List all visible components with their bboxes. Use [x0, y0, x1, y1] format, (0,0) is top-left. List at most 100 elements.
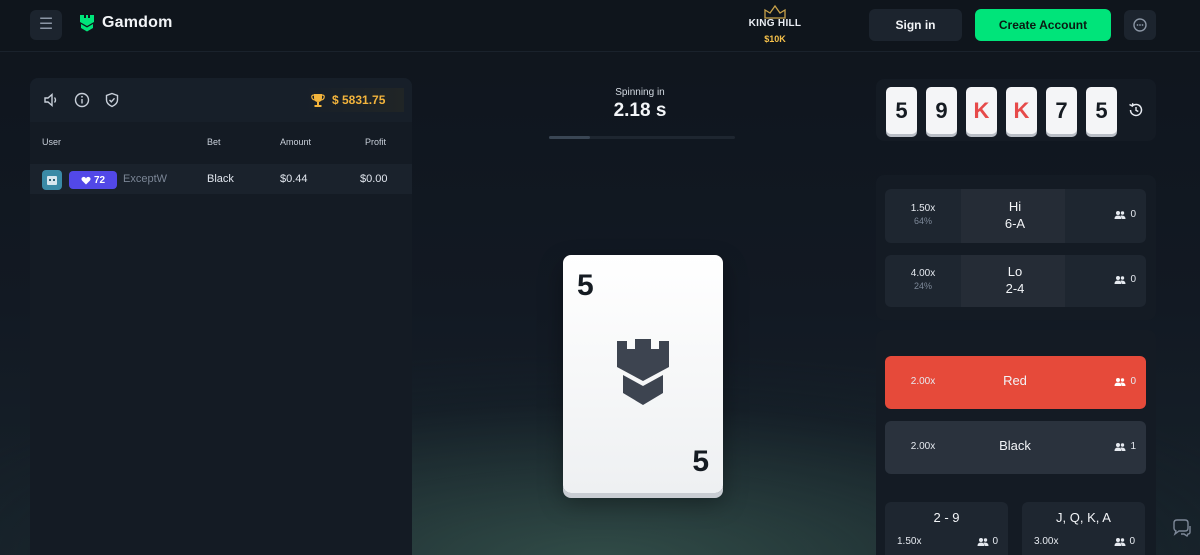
bet-red-button[interactable]: 2.00x Red 0: [885, 356, 1146, 409]
history-card: 9: [926, 87, 957, 134]
bet-count: 0: [977, 536, 998, 547]
bet-multiplier: 2.00x: [910, 376, 936, 387]
bet-count-value: 0: [992, 536, 998, 547]
avatar: [42, 170, 62, 190]
history-card-rank: 5: [895, 97, 908, 123]
column-profit: Profit: [365, 137, 387, 147]
history-clock-icon[interactable]: [1127, 101, 1145, 119]
jackpot-pot: $ 5831.75: [304, 88, 404, 112]
bet-probability: 64%: [913, 216, 932, 226]
table-header: User Bet Amount Profit: [30, 134, 412, 154]
bet-count-value: 0: [1130, 376, 1136, 387]
bet-range: 6-A: [1004, 216, 1026, 231]
panel-toolbar: $ 5831.75: [30, 78, 412, 122]
trophy-icon: [311, 94, 325, 107]
pot-value: $ 5831.75: [332, 93, 386, 107]
promo-amount: $10K: [764, 34, 786, 44]
bet-multiplier: 3.00x: [1034, 536, 1059, 547]
king-of-the-hill-promo[interactable]: KING HILL $10K: [736, 4, 814, 50]
bet-count: 0: [1114, 376, 1136, 387]
color-bets: 2.00x Red 0 2.00x Black 1 2 - 9 1.50x 0 …: [876, 330, 1156, 555]
users-icon: [977, 537, 989, 546]
bet-multiplier: 1.50x: [897, 536, 922, 547]
column-amount: Amount: [280, 137, 312, 147]
column-bet: Bet: [207, 137, 221, 147]
history-card: 5: [886, 87, 917, 134]
create-account-button[interactable]: Create Account: [975, 9, 1111, 41]
history-card: 5: [1086, 87, 1117, 134]
card-rank-bottom: 5: [692, 445, 709, 478]
hamburger-icon: ☰: [38, 16, 54, 33]
card-history: 5 9 K K 7 5: [876, 79, 1156, 141]
chat-button[interactable]: [1124, 10, 1156, 40]
bet-count: 0: [1114, 536, 1135, 547]
bets-list-panel: $ 5831.75 User Bet Amount Profit 72 Exce…: [30, 78, 412, 555]
bet-hi-button[interactable]: 1.50x 64% Hi 6-A 0: [885, 189, 1146, 243]
history-card-rank: K: [973, 97, 990, 123]
spin-progress-fill: [549, 136, 590, 139]
promo-title: KING HILL: [748, 18, 802, 29]
spin-progress-bar: [549, 136, 735, 139]
users-icon: [1114, 377, 1126, 386]
bet-label: 2 - 9: [933, 510, 960, 525]
card-rank-top: 5: [577, 269, 594, 302]
bet-count: 0: [1114, 274, 1136, 285]
table-row[interactable]: 72 ExceptW Black $0.44 $0.00: [30, 164, 412, 194]
shield-icon[interactable]: [103, 91, 121, 109]
users-icon: [1114, 442, 1126, 451]
row-amount: $0.44: [280, 173, 308, 185]
row-profit: $0.00: [360, 173, 388, 185]
history-card: K: [1006, 87, 1037, 134]
bet-face-cards-button[interactable]: J, Q, K, A 3.00x 0: [1022, 502, 1145, 555]
history-card-rank: 5: [1095, 97, 1108, 123]
logo[interactable]: Gamdom: [78, 13, 173, 33]
history-card-rank: 9: [935, 97, 948, 123]
spin-countdown: 2.18 s: [613, 100, 667, 121]
chat-bubble-icon: [1133, 18, 1147, 32]
castle-emblem-icon: [617, 339, 669, 405]
row-username: ExceptW: [123, 173, 168, 185]
hi-lo-bets: 1.50x 64% Hi 6-A 0 4.00x 24% Lo 2-4 0: [876, 175, 1156, 320]
current-card: 5 5: [563, 255, 723, 493]
top-bar: ☰ Gamdom KING HILL $10K Sign in Create A…: [0, 0, 1200, 52]
bet-lo-button[interactable]: 4.00x 24% Lo 2-4 0: [885, 255, 1146, 307]
history-card-rank: K: [1013, 97, 1030, 123]
floating-chat-icon[interactable]: [1170, 517, 1194, 541]
users-icon: [1114, 275, 1126, 284]
users-icon: [1114, 210, 1126, 219]
column-user: User: [42, 137, 62, 147]
row-bet: Black: [207, 173, 234, 185]
gamdom-logo-icon: [80, 15, 94, 32]
bet-label: Hi: [1008, 199, 1022, 214]
bet-count: 0: [1114, 209, 1136, 220]
bet-count-value: 0: [1130, 274, 1136, 285]
bet-multiplier: 2.00x: [910, 441, 936, 452]
heart-icon: [81, 176, 91, 184]
bet-multiplier: 1.50x: [910, 203, 936, 214]
bet-label: Lo: [1007, 264, 1023, 279]
history-card-rank: 7: [1055, 97, 1068, 123]
history-card: K: [966, 87, 997, 134]
logo-text: Gamdom: [102, 14, 173, 31]
bet-probability: 24%: [913, 281, 932, 291]
speaker-icon[interactable]: [42, 91, 60, 109]
menu-button[interactable]: ☰: [30, 10, 62, 40]
bet-label: J, Q, K, A: [1056, 510, 1111, 525]
info-icon[interactable]: [73, 91, 91, 109]
bet-count-value: 0: [1130, 209, 1136, 220]
users-icon: [1114, 537, 1126, 546]
bet-label: Red: [1003, 373, 1027, 388]
bet-count-value: 0: [1129, 536, 1135, 547]
level-badge: 72: [69, 171, 117, 189]
bet-count-value: 1: [1130, 441, 1136, 452]
bet-label: Black: [999, 438, 1031, 453]
bet-multiplier: 4.00x: [910, 268, 936, 279]
bet-range: 2-4: [1005, 281, 1025, 296]
bet-number-range-button[interactable]: 2 - 9 1.50x 0: [885, 502, 1008, 555]
history-card: 7: [1046, 87, 1077, 134]
bet-black-button[interactable]: 2.00x Black 1: [885, 421, 1146, 474]
sign-in-button[interactable]: Sign in: [869, 9, 962, 41]
bet-count: 1: [1114, 441, 1136, 452]
spin-label: Spinning in: [615, 87, 665, 98]
level-value: 72: [93, 174, 106, 186]
